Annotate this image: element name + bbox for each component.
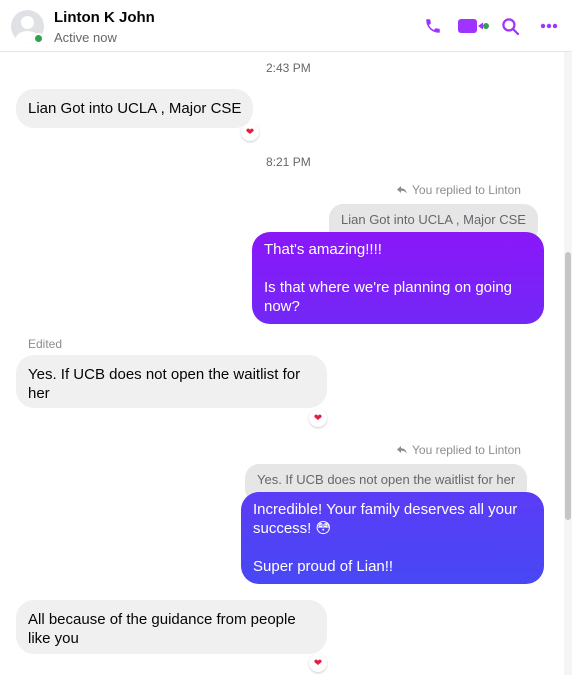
search-icon[interactable] bbox=[499, 15, 521, 37]
heart-reaction-icon[interactable]: ❤ bbox=[241, 123, 259, 141]
edited-label: Edited bbox=[28, 337, 63, 351]
timestamp: 8:21 PM bbox=[266, 155, 311, 169]
outgoing-message[interactable]: Incredible! Your family deserves all you… bbox=[241, 492, 544, 584]
reply-indicator-text: You replied to Linton bbox=[412, 183, 521, 197]
incoming-message[interactable]: Yes. If UCB does not open the waitlist f… bbox=[16, 355, 327, 408]
timestamp: 2:43 PM bbox=[266, 61, 311, 75]
online-status-dot bbox=[33, 33, 44, 44]
phone-icon[interactable] bbox=[423, 15, 443, 37]
incoming-message[interactable]: Lian Got into UCLA , Major CSE bbox=[16, 89, 254, 128]
reply-indicator: You replied to Linton bbox=[396, 443, 521, 457]
scrollbar-thumb[interactable] bbox=[565, 252, 571, 520]
reply-indicator: You replied to Linton bbox=[396, 183, 521, 197]
reply-indicator-text: You replied to Linton bbox=[412, 443, 521, 457]
chat-header: Linton K John Active now bbox=[0, 0, 572, 52]
reply-arrow-icon bbox=[397, 446, 407, 454]
heart-reaction-icon[interactable]: ❤ bbox=[309, 654, 327, 672]
video-call-icon[interactable] bbox=[457, 15, 489, 37]
more-options-icon[interactable] bbox=[538, 15, 560, 37]
contact-status: Active now bbox=[54, 30, 117, 45]
reply-arrow-icon bbox=[397, 186, 407, 194]
incoming-message[interactable]: All because of the guidance from people … bbox=[16, 600, 327, 654]
outgoing-message[interactable]: That's amazing!!!! Is that where we're p… bbox=[252, 232, 544, 324]
avatar-head-shape bbox=[21, 16, 34, 29]
heart-reaction-icon[interactable]: ❤ bbox=[309, 409, 327, 427]
contact-name[interactable]: Linton K John bbox=[54, 9, 155, 26]
